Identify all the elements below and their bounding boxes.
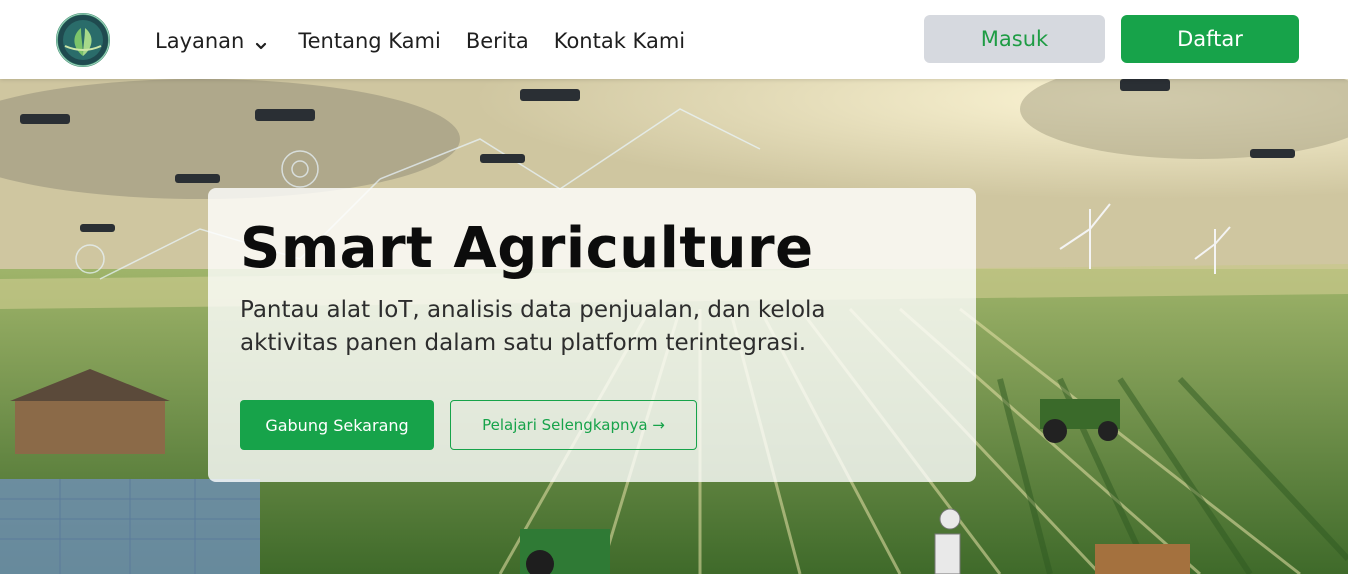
- chevron-down-icon: [254, 34, 268, 50]
- leaf-globe-logo-icon[interactable]: [55, 12, 111, 68]
- nav-item-tentang-kami[interactable]: Tentang Kami: [298, 29, 440, 53]
- nav-item-kontak-kami[interactable]: Kontak Kami: [554, 29, 685, 53]
- main-nav: Layanan Tentang Kami Berita Kontak Kami: [155, 26, 685, 56]
- nav-item-label: Berita: [465, 29, 529, 53]
- hero-section: Smart Agriculture Pantau alat IoT, anali…: [0, 79, 1348, 574]
- navbar: Layanan Tentang Kami Berita Kontak Kami …: [0, 0, 1348, 79]
- hero-title: Smart Agriculture: [240, 216, 814, 281]
- learn-more-button[interactable]: Pelajari Selengkapnya →: [450, 400, 697, 450]
- register-button[interactable]: Daftar: [1121, 15, 1299, 63]
- login-button[interactable]: Masuk: [924, 15, 1105, 63]
- hero-description: Pantau alat IoT, analisis data penjualan…: [240, 297, 826, 356]
- nav-item-label: Layanan: [155, 29, 245, 53]
- nav-item-label: Tentang Kami: [298, 29, 441, 53]
- join-now-button[interactable]: Gabung Sekarang: [240, 400, 434, 450]
- nav-item-label: Kontak Kami: [553, 29, 686, 53]
- nav-item-berita[interactable]: Berita: [466, 29, 529, 53]
- nav-item-layanan[interactable]: Layanan: [155, 29, 268, 53]
- hero-card: Smart Agriculture Pantau alat IoT, anali…: [208, 188, 976, 482]
